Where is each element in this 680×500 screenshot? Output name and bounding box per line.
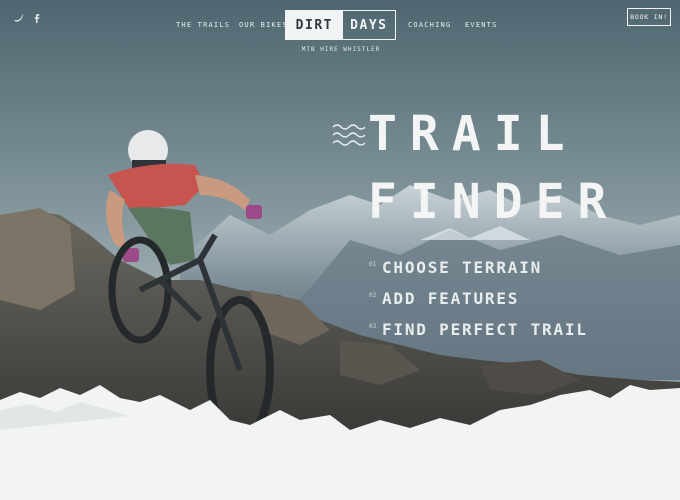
step-label: FIND PERFECT TRAIL [382,320,588,339]
twitter-icon[interactable] [14,8,24,22]
step-number: 03 [369,323,377,330]
wave-icon [332,124,366,146]
step-find-perfect-trail[interactable]: 03 FIND PERFECT TRAIL [369,320,588,351]
hero-background [0,0,680,500]
step-number: 02 [369,292,377,299]
mountain-biker-photo [0,0,680,500]
top-navigation: THE TRAILS OUR BIKES DIRT DAYS MTB HIRE … [0,0,680,60]
hero-title-line1: TRAIL [368,106,578,162]
nav-events[interactable]: EVENTS [465,21,498,29]
trail-finder-steps: 01 CHOOSE TERRAIN 02 ADD FEATURES 03 FIN… [369,258,588,351]
nav-coaching[interactable]: COACHING [408,21,451,29]
step-number: 01 [369,261,377,268]
step-label: ADD FEATURES [382,289,520,308]
step-add-features[interactable]: 02 ADD FEATURES [369,289,588,320]
nav-the-trails[interactable]: THE TRAILS [176,21,230,29]
book-in-button[interactable]: BOOK IN! [627,8,671,26]
logo-dirt: DIRT [286,11,343,39]
social-links [14,8,42,23]
hero-title-line2: FINDER [368,174,620,230]
logo[interactable]: DIRT DAYS [285,10,396,40]
step-choose-terrain[interactable]: 01 CHOOSE TERRAIN [369,258,588,289]
facebook-icon[interactable] [32,8,42,23]
logo-tagline: MTB HIRE WHISTLER [301,46,381,53]
logo-days: DAYS [350,17,388,33]
nav-our-bikes[interactable]: OUR BIKES [239,21,288,29]
step-label: CHOOSE TERRAIN [382,258,543,277]
